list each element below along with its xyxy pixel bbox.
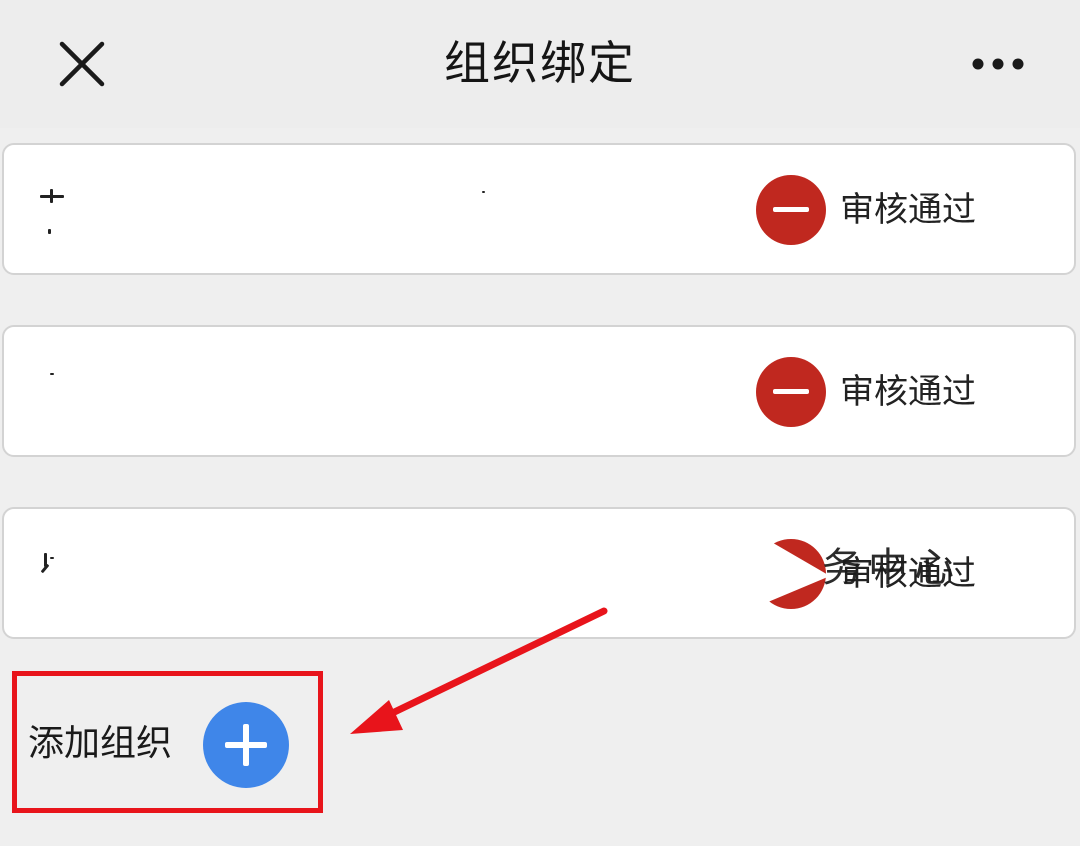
redacted-mark xyxy=(50,189,53,203)
org-card[interactable]: 审核通过 xyxy=(2,143,1076,275)
redacted-mark xyxy=(50,373,54,375)
minus-circle-icon[interactable] xyxy=(756,175,826,245)
more-options-button[interactable] xyxy=(966,44,1030,84)
org-card[interactable]: 审核通过 xyxy=(2,325,1076,457)
more-horizontal-icon xyxy=(972,58,1024,70)
overlay-text: 务中心 xyxy=(822,545,960,591)
redaction-wedge xyxy=(712,540,830,602)
status-label: 审核通过 xyxy=(840,372,976,412)
minus-circle-icon[interactable] xyxy=(756,357,826,427)
org-name xyxy=(34,367,674,417)
redacted-mark xyxy=(482,191,485,193)
org-name xyxy=(34,185,674,235)
redacted-mark xyxy=(50,557,54,559)
page-title: 组织绑定 xyxy=(444,36,636,90)
org-name xyxy=(34,549,674,599)
org-status-group: 审核通过 xyxy=(756,175,1056,247)
status-label: 审核通过 xyxy=(840,190,976,230)
add-org-label[interactable]: 添加组织 xyxy=(28,718,172,770)
plus-circle-icon[interactable] xyxy=(203,702,289,788)
nav-header: 组织绑定 xyxy=(0,0,1080,128)
redacted-mark xyxy=(48,229,51,234)
org-status-group: 审核通过 xyxy=(756,357,1056,429)
